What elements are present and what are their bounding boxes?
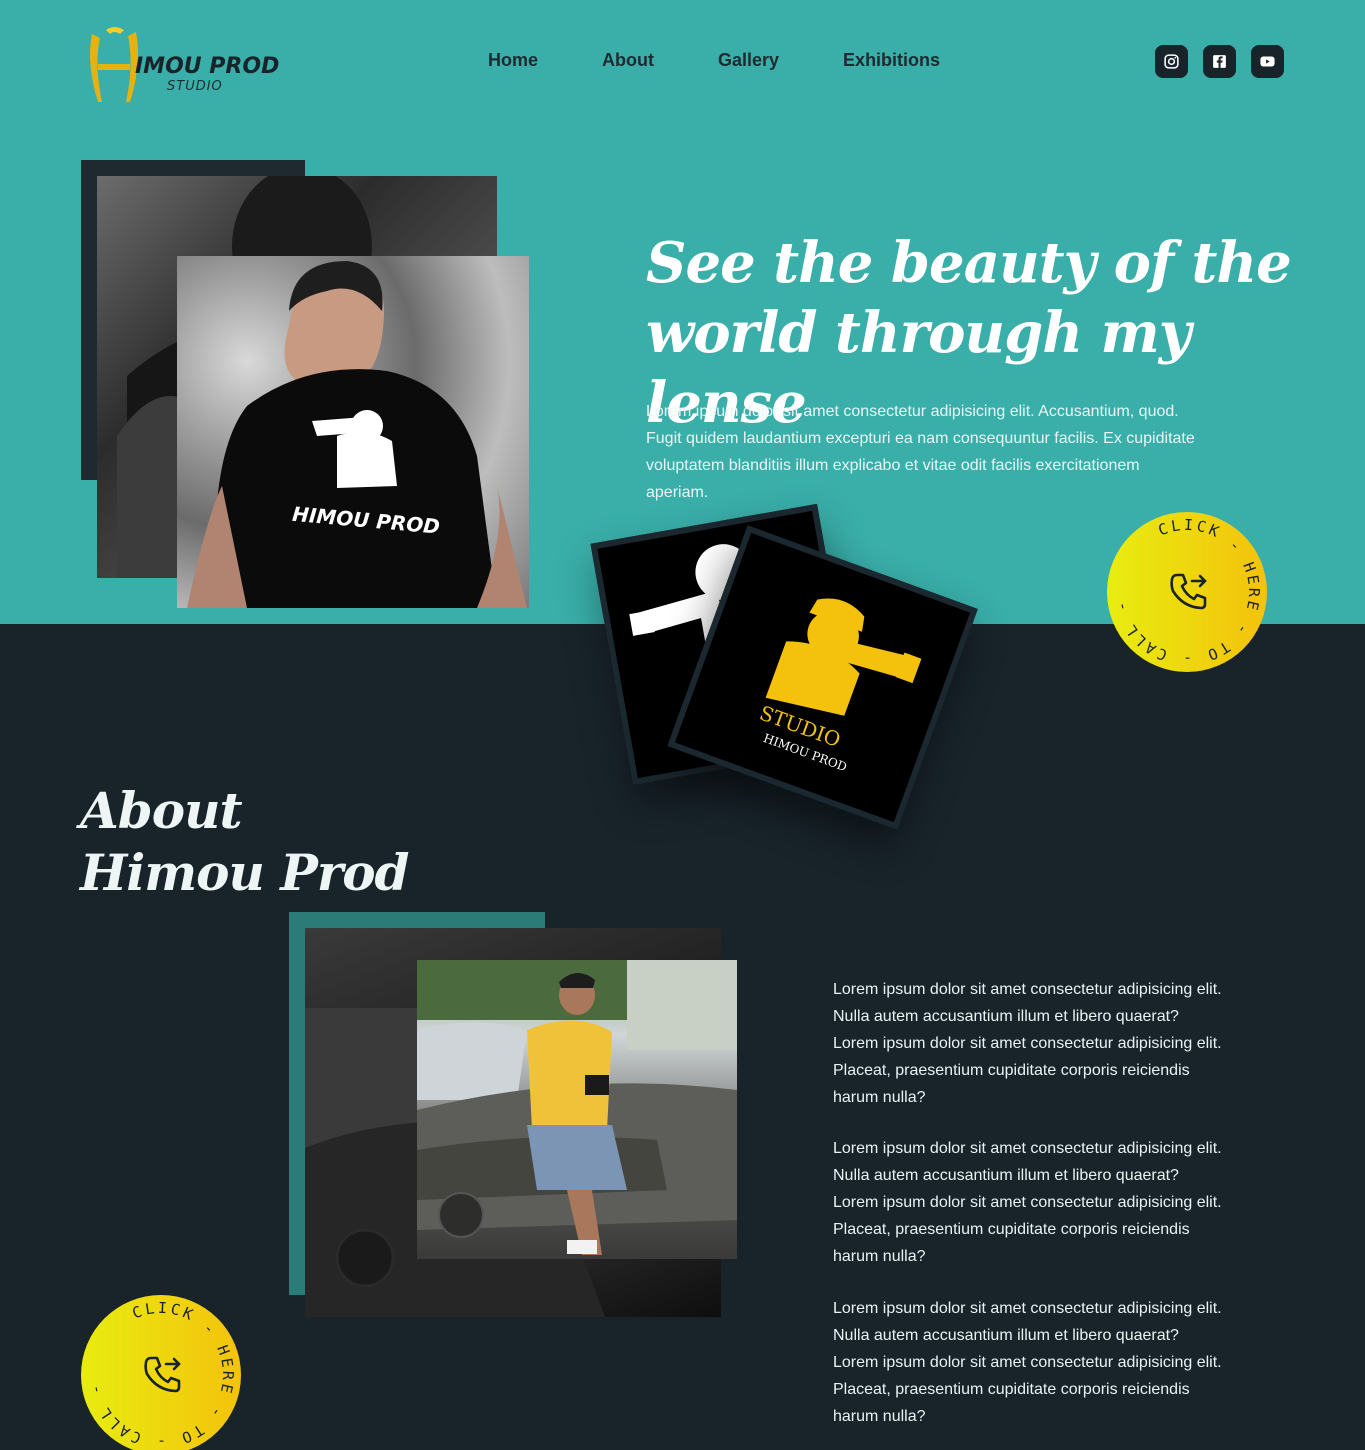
about-title: About Himou Prod [80,780,410,904]
phone-forward-icon [144,1356,181,1393]
call-button-secondary[interactable]: CLICK - HERE - TO - CALL - ME - [81,1295,241,1450]
facebook-icon [1213,55,1226,68]
photographer-on-car-photo [417,960,737,1255]
about-title-line2: Himou Prod [80,843,410,902]
hero-photo-front: HIMOU PROD [177,256,529,608]
instagram-button[interactable] [1155,45,1188,78]
call-button[interactable]: CLICK - HERE - TO - CALL - ME - [1107,512,1267,672]
nav-exhibitions[interactable]: Exhibitions [843,50,940,71]
hero-description: Lorem ipsum dolor sit amet consectetur a… [646,403,1195,501]
about-photo-front [417,960,737,1259]
logo-subtext: STUDIO [167,79,223,94]
about-paragraph-2: Lorem ipsum dolor sit amet consectetur a… [833,1140,1222,1265]
nav-gallery[interactable]: Gallery [718,50,779,71]
logo-text: IMOU PROD [135,54,280,79]
photographer-portrait: HIMOU PROD [187,261,527,608]
phone-forward-icon [1170,573,1207,610]
brand-logo[interactable]: IMOU PROD STUDIO [84,24,279,104]
youtube-icon [1260,56,1275,67]
main-nav: Home About Gallery Exhibitions [488,50,940,71]
youtube-button[interactable] [1251,45,1284,78]
nav-home[interactable]: Home [488,50,538,71]
about-paragraph-1: Lorem ipsum dolor sit amet consectetur a… [833,981,1222,1106]
about-paragraph-3: Lorem ipsum dolor sit amet consectetur a… [833,1300,1222,1425]
nav-about[interactable]: About [602,50,654,71]
about-title-line1: About [80,781,243,840]
facebook-button[interactable] [1203,45,1236,78]
instagram-icon [1164,54,1179,69]
